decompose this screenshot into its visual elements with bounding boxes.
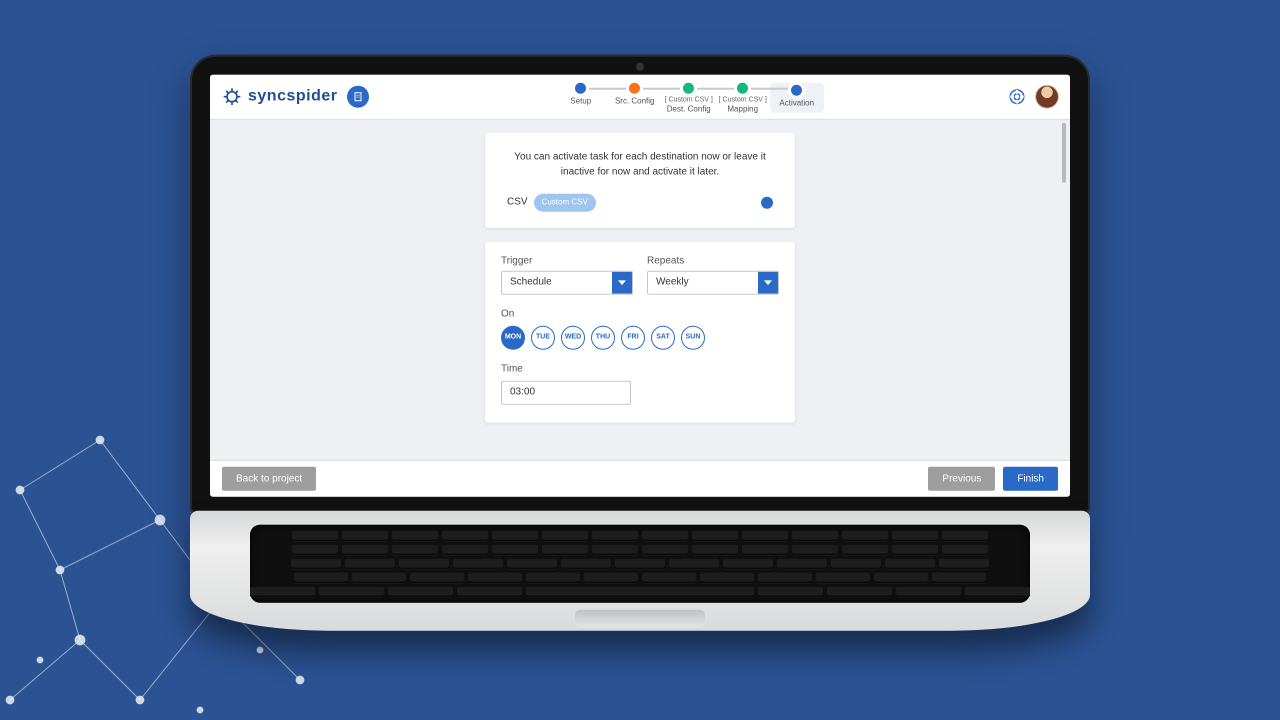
step-label: Activation <box>779 99 814 108</box>
step-dot <box>791 85 802 96</box>
scrollbar-indicator[interactable] <box>1062 123 1066 183</box>
page-body: You can activate task for each destinati… <box>210 119 1070 461</box>
topbar: syncspider Setup Src. Config [ Custom CSV … <box>210 75 1070 119</box>
home-button[interactable] <box>347 86 369 108</box>
activation-intro-card: You can activate task for each destinati… <box>485 133 795 228</box>
day-wed[interactable]: WED <box>561 325 585 349</box>
brand-name: syncspider <box>248 88 337 106</box>
step-dot <box>629 83 640 94</box>
destination-chip: Custom CSV <box>534 194 596 212</box>
day-sun[interactable]: SUN <box>681 325 705 349</box>
step-sublabel: [ Custom CSV ] <box>716 97 770 105</box>
trigger-select[interactable]: Schedule <box>501 270 633 294</box>
day-thu[interactable]: THU <box>591 325 615 349</box>
chevron-down-icon <box>758 271 778 293</box>
repeats-label: Repeats <box>647 255 779 266</box>
activate-toggle[interactable] <box>751 197 773 209</box>
finish-button[interactable]: Finish <box>1003 467 1058 491</box>
toggle-knob <box>761 197 773 209</box>
brand-logo-icon <box>222 87 242 107</box>
destination-label: CSV <box>507 195 528 210</box>
step-setup[interactable]: Setup <box>554 83 608 107</box>
repeats-select[interactable]: Weekly <box>647 270 779 294</box>
previous-button[interactable]: Previous <box>928 467 995 491</box>
on-label: On <box>501 308 779 319</box>
laptop-camera <box>636 63 644 71</box>
step-dot <box>737 83 748 94</box>
intro-text: You can activate task for each destinati… <box>507 151 773 180</box>
repeats-value: Weekly <box>648 271 758 293</box>
laptop-mockup: syncspider Setup Src. Config [ Custom CSV … <box>190 55 1090 631</box>
back-to-project-button[interactable]: Back to project <box>222 467 316 491</box>
step-label: Setup <box>570 97 591 106</box>
schedule-card: Trigger Schedule Repeats Weekl <box>485 241 795 422</box>
day-fri[interactable]: FRI <box>621 325 645 349</box>
days-row: MONTUEWEDTHUFRISATSUN <box>501 325 779 349</box>
app-screen: syncspider Setup Src. Config [ Custom CSV … <box>210 75 1070 497</box>
day-tue[interactable]: TUE <box>531 325 555 349</box>
step-dot <box>683 83 694 94</box>
time-label: Time <box>501 363 779 374</box>
user-avatar[interactable] <box>1036 86 1058 108</box>
day-mon[interactable]: MON <box>501 325 525 349</box>
progress-stepper: SetupSrc. Config[ Custom CSV ]Dest. Conf… <box>379 79 998 115</box>
footer-bar: Back to project Previous Finish <box>210 461 1070 497</box>
building-icon <box>352 91 364 103</box>
step-dot <box>575 83 586 94</box>
brand[interactable]: syncspider <box>222 87 337 107</box>
day-sat[interactable]: SAT <box>651 325 675 349</box>
step-label: Dest. Config <box>667 105 711 114</box>
step-label: Mapping <box>727 105 758 114</box>
time-input[interactable]: 03:00 <box>501 380 631 404</box>
chevron-down-icon <box>612 271 632 293</box>
trigger-label: Trigger <box>501 255 633 266</box>
step-src-config[interactable]: Src. Config <box>608 83 662 107</box>
help-icon[interactable] <box>1008 88 1026 106</box>
step-sublabel: [ Custom CSV ] <box>662 97 716 105</box>
step-label: Src. Config <box>615 97 655 106</box>
trigger-value: Schedule <box>502 271 612 293</box>
